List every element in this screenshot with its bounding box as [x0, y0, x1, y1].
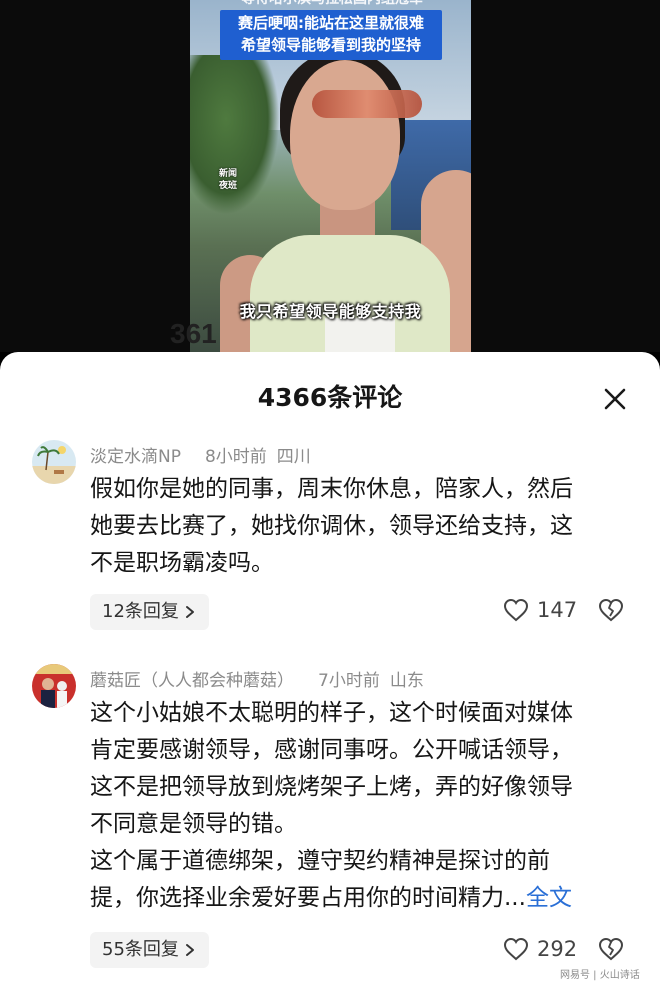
- avatar[interactable]: [32, 440, 76, 484]
- comment-line: 假如你是她的同事，周末你休息，陪家人，然后: [90, 476, 573, 502]
- like-count: 292: [537, 937, 578, 961]
- heart-icon: [503, 937, 529, 961]
- comment-sheet: 4366条评论 淡定水滴NP 8小时前 四川 假如你是她的同事，周末你休息，陪家人，…: [0, 352, 660, 986]
- close-button[interactable]: [598, 382, 632, 416]
- comment-line: 不同意是领导的错。: [90, 811, 297, 837]
- comment-time: 8小时前: [204, 447, 267, 467]
- comment-location: 山东: [389, 671, 424, 691]
- comment-sheet-header: 4366条评论: [0, 352, 660, 438]
- comment-line: 这个小姑娘不太聪明的样子，这个时候面对媒体: [90, 700, 573, 726]
- like-count: 147: [537, 598, 578, 622]
- chevron-right-icon: [185, 606, 194, 618]
- replies-label: 55条回复: [102, 939, 179, 960]
- video-banner-top: 等待哈尔滨马拉松国内组冠军: [214, 0, 450, 8]
- comment-line: 这个属于道德绑架，遵守契约精神是探讨的前: [90, 848, 550, 874]
- close-icon: [604, 388, 626, 410]
- comment-text[interactable]: 这个小姑娘不太聪明的样子，这个时候面对媒体 肯定要感谢领导，感谢同事呀。公开喊话…: [90, 695, 635, 917]
- news-logo-line-1: 新闻: [218, 169, 237, 179]
- comment-time: 7小时前: [318, 671, 380, 691]
- news-logo-line-2: 夜班: [218, 181, 237, 191]
- comment-line: 不是职场霸凌吗。: [90, 550, 274, 576]
- video-subtitle: 我只希望领导能够支持我: [239, 302, 422, 321]
- comment-count-title: 4366条评论: [257, 383, 403, 412]
- comment-line: 提，你选择业余爱好要占用你的时间精力...: [90, 885, 526, 911]
- comment-line: 肯定要感谢领导，感谢同事呀。公开喊话领导，: [90, 737, 573, 763]
- avatar-photo-image: [32, 664, 76, 708]
- comment-line: 她要去比赛了，她找你调休，领导还给支持，这: [90, 513, 573, 539]
- video-player[interactable]: 361 等待哈尔滨马拉松国内组冠军 赛后哽咽:能站在这里就很难 希望领导能够看到…: [0, 0, 660, 352]
- like-button[interactable]: 147: [503, 598, 577, 622]
- view-replies-button[interactable]: 12条回复: [90, 594, 209, 630]
- comment-line: 这不是把领导放到烧烤架子上烤，弄的好像领导: [90, 774, 573, 800]
- replies-label: 12条回复: [102, 601, 179, 622]
- dislike-button[interactable]: [598, 937, 624, 965]
- avatar-beach-image: [32, 440, 76, 484]
- heart-icon: [503, 598, 529, 622]
- video-banner: 赛后哽咽:能站在这里就很难 希望领导能够看到我的坚持: [220, 10, 442, 60]
- view-replies-button[interactable]: 55条回复: [90, 932, 209, 968]
- comment-meta: 淡定水滴NP 8小时前 四川: [90, 442, 321, 467]
- sunglasses: [312, 90, 422, 118]
- banner-line-2: 希望领导能够看到我的坚持: [240, 36, 421, 54]
- like-button[interactable]: 292: [503, 937, 577, 961]
- comment-author[interactable]: 淡定水滴NP: [90, 447, 181, 467]
- chevron-right-icon: [185, 944, 194, 956]
- banner-line-1: 赛后哽咽:能站在这里就很难: [238, 14, 424, 32]
- comment-location: 四川: [276, 447, 311, 467]
- full-text-link[interactable]: 全文: [526, 885, 572, 911]
- bib-number: 361: [170, 318, 217, 349]
- avatar[interactable]: [32, 664, 76, 708]
- comment-author[interactable]: 蘑菇匠（人人都会种蘑菇）: [90, 671, 294, 691]
- watermark: 网易号 | 火山诗话: [560, 970, 640, 981]
- broken-heart-icon: [598, 598, 624, 622]
- comment-text[interactable]: 假如你是她的同事，周末你休息，陪家人，然后 她要去比赛了，她找你调休，领导还给支…: [90, 471, 635, 582]
- broken-heart-icon: [598, 937, 624, 961]
- news-logo: 新闻 夜班: [211, 168, 245, 192]
- comment-meta: 蘑菇匠（人人都会种蘑菇） 7小时前 山东: [90, 666, 434, 691]
- dislike-button[interactable]: [598, 598, 624, 626]
